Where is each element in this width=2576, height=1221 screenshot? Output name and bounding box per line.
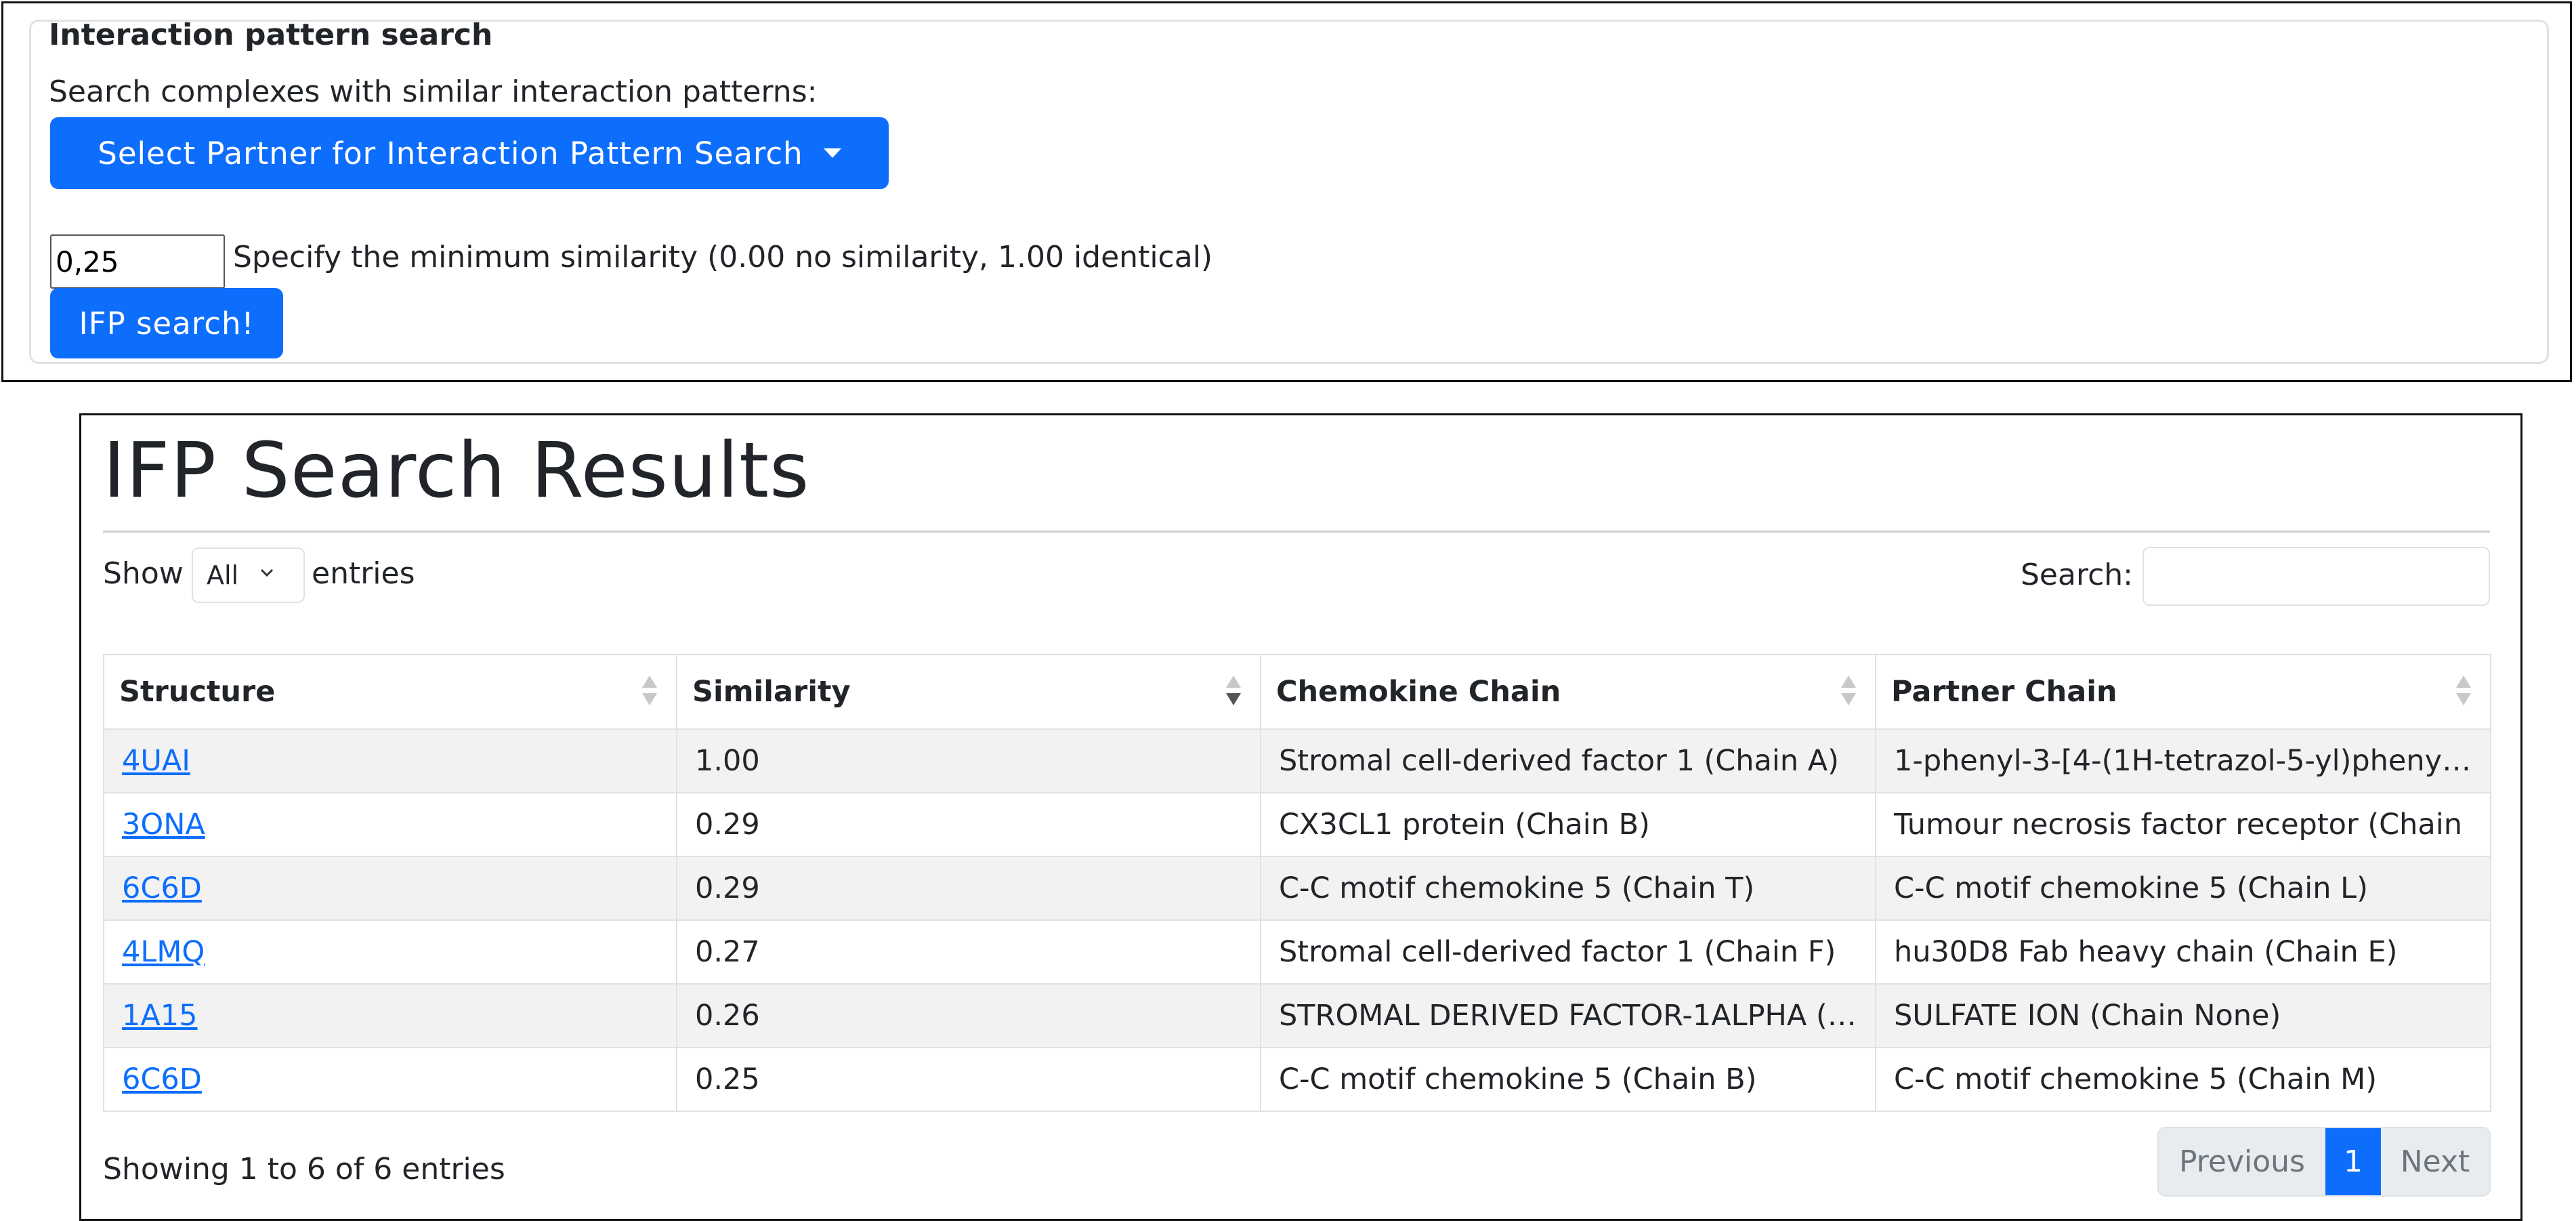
column-header-chemokine-chain[interactable]: Chemokine Chain [1260,654,1876,730]
ifp-search-button[interactable]: IFP search! [50,288,283,358]
similarity-cell: 0.25 [676,1047,1261,1112]
column-header-partner-chain[interactable]: Partner Chain [1875,654,2491,730]
entries-length-value: All [207,560,239,590]
column-header-label: Similarity [692,675,851,709]
structure-link[interactable]: 1A15 [122,999,198,1033]
table-search-label: Search: [2021,558,2133,592]
chemokine-chain-cell: STROMAL DERIVED FACTOR-1ALPHA (Chain [1260,983,1876,1048]
length-suffix-label: entries [312,556,415,591]
column-header-similarity[interactable]: Similarity [676,654,1261,730]
fieldset-legend: Interaction pattern search [49,18,493,52]
select-partner-label: Select Partner for Interaction Pattern S… [98,135,803,171]
table-row: 1A15 0.26 STROMAL DERIVED FACTOR-1ALPHA … [103,983,2491,1048]
partner-chain-cell: hu30D8 Fab heavy chain (Chain E) [1875,919,2491,985]
chemokine-chain-cell: C-C motif chemokine 5 (Chain B) [1260,1047,1876,1112]
structure-link[interactable]: 6C6D [122,1062,202,1096]
table-row: 6C6D 0.29 C-C motif chemokine 5 (Chain T… [103,856,2491,921]
ifp-search-panel [1,1,2572,382]
column-header-label: Partner Chain [1891,675,2117,709]
next-page-button[interactable]: Next [2381,1128,2489,1195]
length-prefix-label: Show [103,556,184,591]
similarity-cell: 0.27 [676,919,1261,985]
table-row: 4UAI 1.00 Stromal cell-derived factor 1 … [103,728,2491,793]
pagination: Previous 1 Next [2157,1127,2491,1197]
table-info: Showing 1 to 6 of 6 entries [103,1152,505,1186]
title-divider [103,531,2490,533]
structure-cell: 6C6D [103,856,677,921]
structure-cell: 4LMQ [103,919,677,985]
table-header-row: Structure Similarity Chemokine Chain Par… [103,654,2491,730]
min-similarity-label: Specify the minimum similarity (0.00 no … [233,240,1213,274]
structure-cell: 1A15 [103,983,677,1048]
table-row: 6C6D 0.25 C-C motif chemokine 5 (Chain B… [103,1047,2491,1112]
sort-icon [642,676,657,709]
column-header-structure[interactable]: Structure [103,654,677,730]
table-row: 4LMQ 0.27 Stromal cell-derived factor 1 … [103,919,2491,985]
structure-link[interactable]: 4LMQ [122,935,205,969]
column-header-label: Chemokine Chain [1276,675,1561,709]
chemokine-chain-cell: Stromal cell-derived factor 1 (Chain A) [1260,728,1876,793]
caret-down-icon [823,148,841,158]
results-title: IFP Search Results [103,427,810,515]
partner-chain-cell: Tumour necrosis factor receptor (Chain [1875,792,2491,857]
structure-cell: 3ONA [103,792,677,857]
similarity-cell: 0.26 [676,983,1261,1048]
results-table: Structure Similarity Chemokine Chain Par… [103,654,2491,1112]
structure-link[interactable]: 6C6D [122,871,202,905]
similarity-cell: 0.29 [676,792,1261,857]
table-row: 3ONA 0.29 CX3CL1 protein (Chain B) Tumou… [103,792,2491,857]
previous-page-button[interactable]: Previous [2159,1128,2325,1195]
search-description: Search complexes with similar interactio… [49,75,818,109]
partner-chain-cell: 1-phenyl-3-[4-(1H-tetrazol-5-yl)phenyl]u… [1875,728,2491,793]
column-header-label: Structure [119,675,276,709]
structure-link[interactable]: 4UAI [122,744,190,778]
structure-link[interactable]: 3ONA [122,808,205,842]
table-search-input[interactable] [2142,547,2490,606]
chemokine-chain-cell: CX3CL1 protein (Chain B) [1260,792,1876,857]
similarity-cell: 1.00 [676,728,1261,793]
structure-cell: 6C6D [103,1047,677,1112]
select-partner-dropdown-button[interactable]: Select Partner for Interaction Pattern S… [50,117,889,189]
sort-icon [2456,676,2471,709]
partner-chain-cell: C-C motif chemokine 5 (Chain L) [1875,856,2491,921]
chemokine-chain-cell: C-C motif chemokine 5 (Chain T) [1260,856,1876,921]
min-similarity-input[interactable] [50,234,225,289]
chevron-down-icon [260,568,274,577]
partner-chain-cell: SULFATE ION (Chain None) [1875,983,2491,1048]
sort-descending-icon [1226,676,1241,709]
structure-cell: 4UAI [103,728,677,793]
entries-length-select[interactable]: All [192,547,305,603]
similarity-cell: 0.29 [676,856,1261,921]
sort-icon [1841,676,1856,709]
chemokine-chain-cell: Stromal cell-derived factor 1 (Chain F) [1260,919,1876,985]
page-1-button[interactable]: 1 [2325,1128,2381,1195]
ifp-fieldset [29,20,2549,364]
partner-chain-cell: C-C motif chemokine 5 (Chain M) [1875,1047,2491,1112]
